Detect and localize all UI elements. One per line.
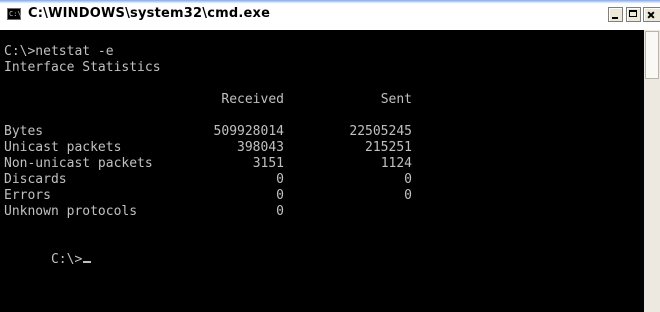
command-line: C:\>netstat -e (4, 44, 114, 59)
row-sent: 0 (404, 188, 412, 203)
maximize-button[interactable] (626, 7, 641, 22)
row-received: 0 (276, 172, 284, 187)
row-received: 509928014 (213, 124, 284, 139)
console-output[interactable]: C:\>netstat -e Interface Statistics Rece… (0, 30, 644, 312)
row-label: Unicast packets (4, 140, 122, 155)
row-label: Errors (4, 188, 51, 203)
row-label: Non-unicast packets (4, 156, 153, 171)
row-sent: 22505245 (349, 124, 412, 139)
minimize-button[interactable] (608, 7, 623, 22)
row-sent: 0 (404, 172, 412, 187)
column-header-received: Received (221, 92, 284, 107)
cmd-window: C:\ C:\WINDOWS\system32\cmd.exe C:\>nets… (0, 0, 660, 312)
title-bar[interactable]: C:\ C:\WINDOWS\system32\cmd.exe (0, 0, 660, 31)
scrollbar-thumb[interactable] (645, 31, 659, 79)
window-title: C:\WINDOWS\system32\cmd.exe (28, 6, 271, 21)
vertical-scrollbar[interactable] (644, 30, 660, 312)
cmd-icon[interactable]: C:\ (7, 8, 22, 20)
row-received: 0 (276, 204, 284, 219)
row-label: Discards (4, 172, 67, 187)
row-received: 3151 (252, 156, 284, 171)
row-sent: 1124 (380, 156, 412, 171)
row-received: 0 (276, 188, 284, 203)
row-label: Bytes (4, 124, 44, 139)
row-received: 398043 (237, 140, 284, 155)
row-label: Unknown protocols (4, 204, 138, 219)
stats-header: Interface Statistics (4, 60, 161, 75)
row-sent (330, 204, 412, 220)
close-button[interactable] (643, 7, 660, 22)
prompt-text: C:\> (50, 252, 83, 267)
column-header-sent: Sent (380, 92, 412, 107)
text-cursor (83, 261, 92, 263)
prompt-line[interactable]: C:\> (4, 236, 92, 267)
row-sent: 215251 (365, 140, 412, 155)
